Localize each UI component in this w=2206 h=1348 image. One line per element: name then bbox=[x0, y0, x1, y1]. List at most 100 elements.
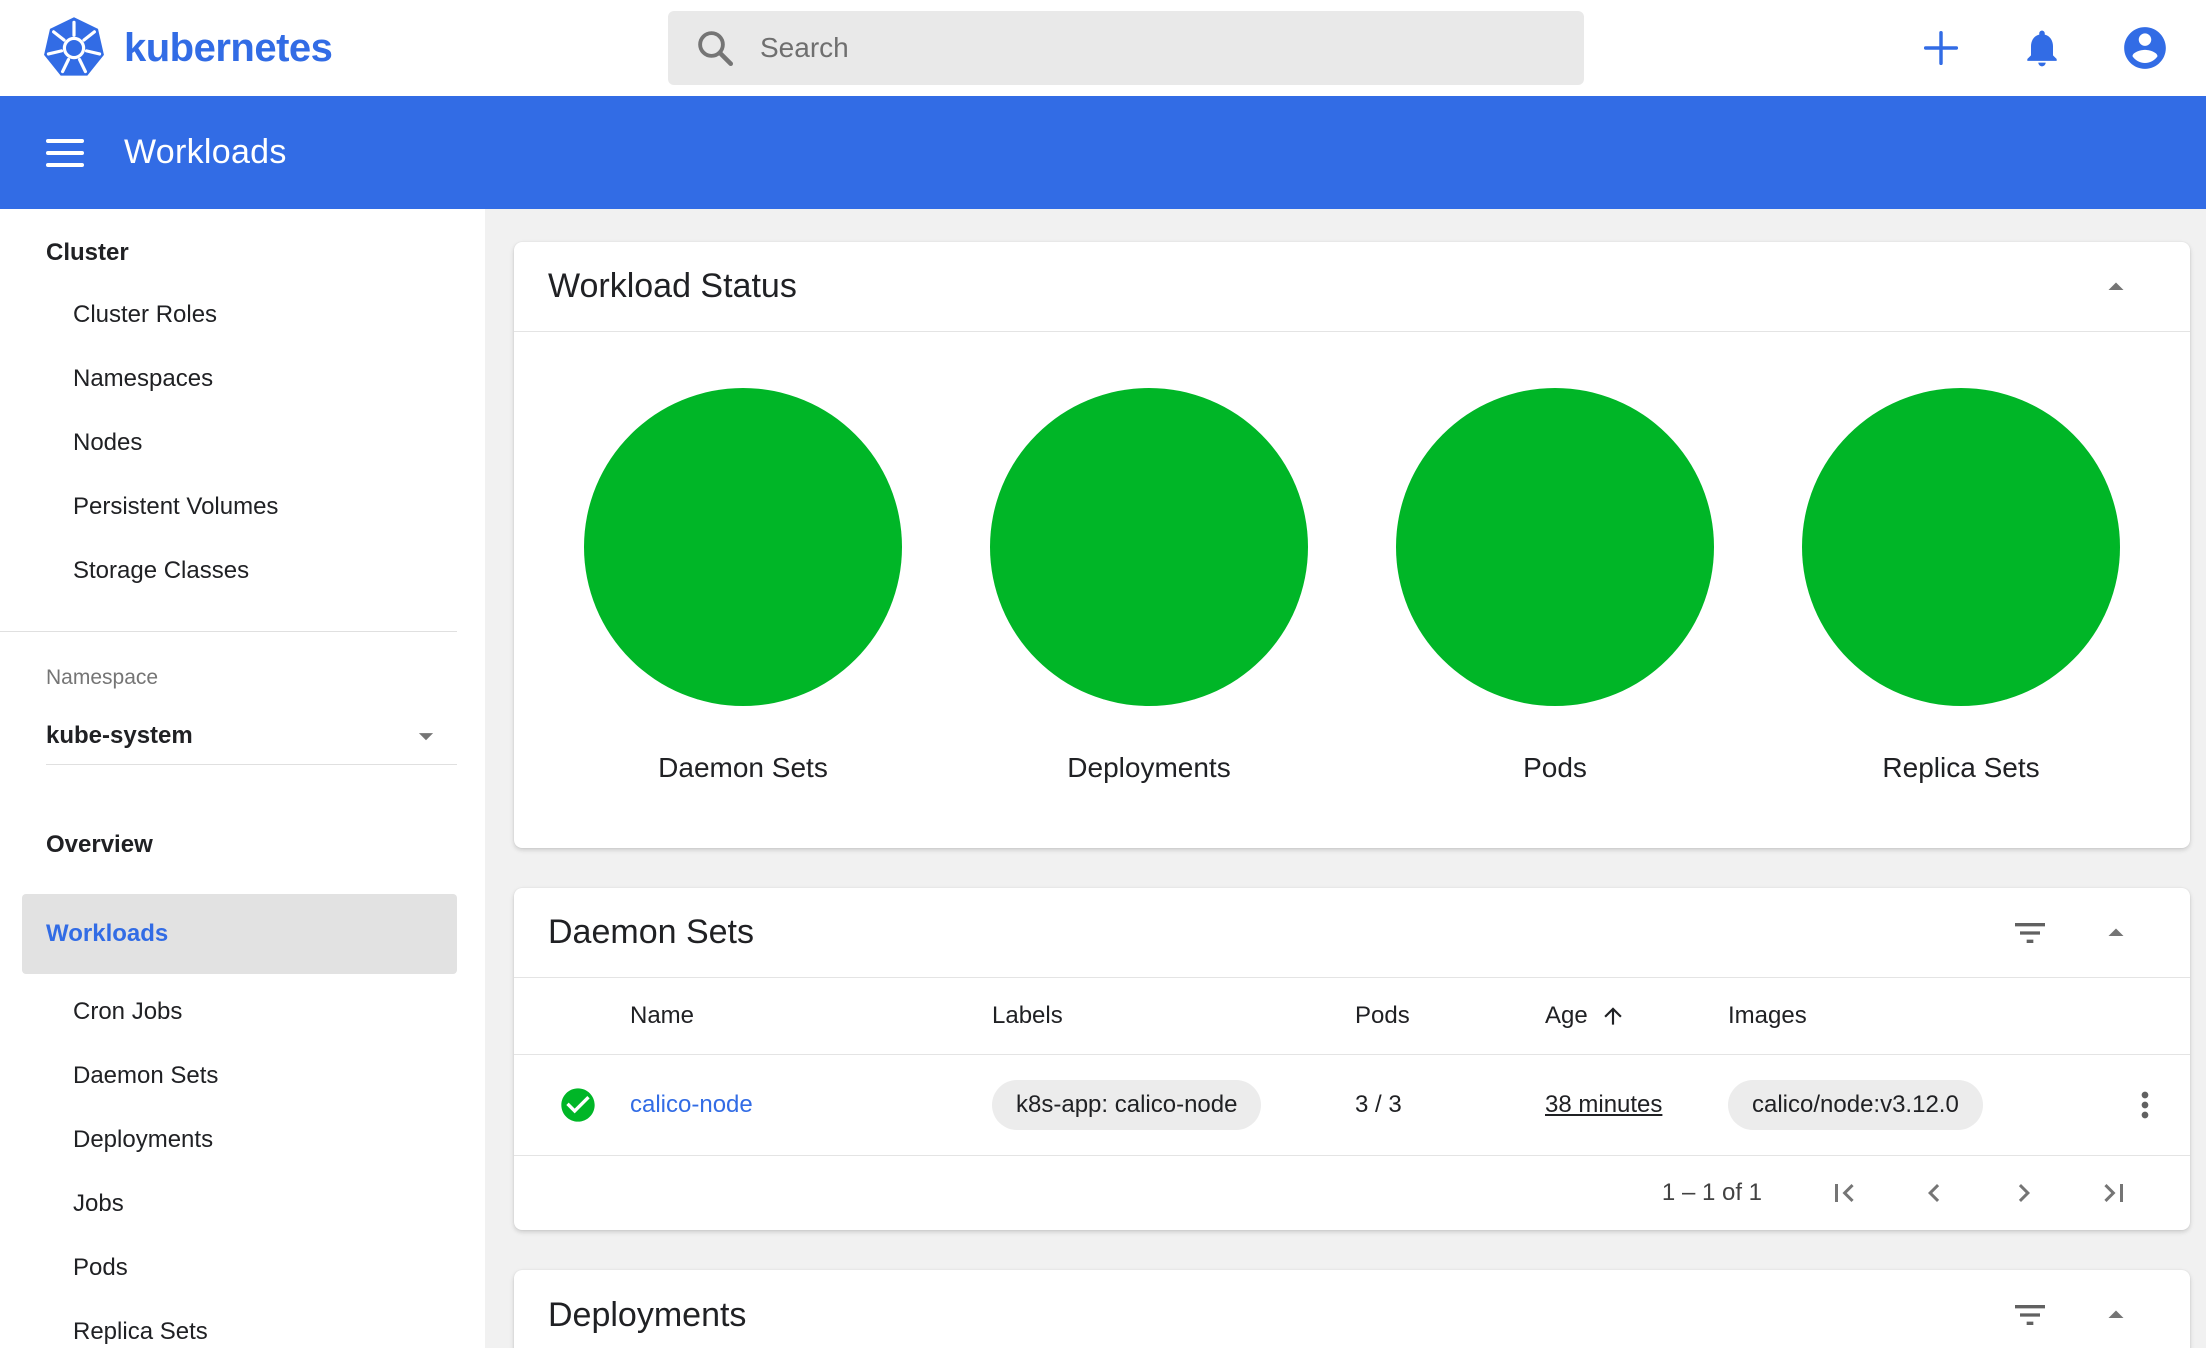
filter-icon bbox=[2015, 1305, 2045, 1325]
sidebar-item-replica-sets[interactable]: Replica Sets bbox=[0, 1300, 485, 1348]
column-header-name[interactable]: Name bbox=[630, 1002, 992, 1030]
cluster-nav: Cluster Roles Namespaces Nodes Persisten… bbox=[0, 283, 485, 603]
namespace-label: Namespace bbox=[46, 666, 159, 689]
sort-ascending-icon bbox=[1604, 1007, 1622, 1025]
sidebar-item-cron-jobs[interactable]: Cron Jobs bbox=[0, 980, 485, 1044]
collapse-button[interactable] bbox=[2098, 915, 2134, 951]
sidebar-item-jobs[interactable]: Jobs bbox=[0, 1172, 485, 1236]
sidebar-item-cluster-roles[interactable]: Cluster Roles bbox=[0, 283, 485, 347]
sidebar-divider bbox=[46, 764, 457, 765]
search-icon bbox=[698, 31, 734, 67]
account-icon bbox=[2124, 27, 2166, 69]
sidebar-item-deployments[interactable]: Deployments bbox=[0, 1108, 485, 1172]
namespace-select[interactable]: kube-system bbox=[0, 708, 457, 764]
deployments-chart: Deployments bbox=[990, 388, 1308, 784]
status-cell bbox=[558, 1085, 630, 1125]
sidebar-item-namespaces[interactable]: Namespaces bbox=[0, 347, 485, 411]
collapse-button[interactable] bbox=[2098, 269, 2134, 305]
pods-status-circle bbox=[1396, 388, 1714, 706]
column-header-labels[interactable]: Labels bbox=[992, 1002, 1355, 1030]
filter-button[interactable] bbox=[2010, 913, 2050, 953]
label-chip: k8s-app: calico-node bbox=[992, 1080, 1262, 1130]
workload-status-card: Workload Status Daemon Sets Deployments … bbox=[514, 242, 2190, 848]
age-value[interactable]: 38 minutes bbox=[1545, 1091, 1662, 1118]
workload-status-charts: Daemon Sets Deployments Pods Replica Set… bbox=[514, 332, 2190, 848]
sidebar-item-cluster[interactable]: Cluster bbox=[0, 229, 485, 277]
chevron-up-icon bbox=[2108, 928, 2124, 936]
card-title: Daemon Sets bbox=[548, 913, 754, 951]
table-header-row: Name Labels Pods Age Images bbox=[514, 978, 2190, 1055]
chart-label: Replica Sets bbox=[1882, 752, 2040, 783]
daemon-sets-status-circle bbox=[584, 388, 902, 706]
table-row: calico-node k8s-app: calico-node 3 / 3 3… bbox=[514, 1055, 2190, 1156]
column-header-images[interactable]: Images bbox=[1728, 1002, 2100, 1030]
daemon-set-link[interactable]: calico-node bbox=[630, 1091, 992, 1119]
sidebar-item-storage-classes[interactable]: Storage Classes bbox=[0, 539, 485, 603]
topbar-actions bbox=[1918, 23, 2170, 73]
brand-wordmark: kubernetes bbox=[124, 25, 333, 70]
chevron-left-icon bbox=[1928, 1184, 1940, 1202]
card-title: Workload Status bbox=[548, 267, 797, 305]
create-resource-button[interactable] bbox=[1918, 25, 1964, 71]
more-vert-icon[interactable] bbox=[2125, 1085, 2165, 1125]
chart-label: Daemon Sets bbox=[658, 752, 828, 783]
sidebar-item-overview[interactable]: Overview bbox=[0, 821, 485, 869]
sidebar-item-daemon-sets[interactable]: Daemon Sets bbox=[0, 1044, 485, 1108]
deployments-header: Deployments bbox=[514, 1270, 2190, 1348]
filter-icon bbox=[2015, 922, 2045, 943]
content: Cluster Cluster Roles Namespaces Nodes P… bbox=[0, 209, 2206, 1348]
kubernetes-dashboard: kubernetes Search Workloads Cluster Clus… bbox=[0, 0, 2206, 1348]
collapse-button[interactable] bbox=[2098, 1297, 2134, 1333]
hamburger-icon bbox=[46, 138, 84, 143]
workload-status-header: Workload Status bbox=[514, 242, 2190, 332]
brand-link[interactable]: kubernetes bbox=[42, 16, 333, 80]
last-page-icon bbox=[2104, 1184, 2123, 1202]
sidebar: Cluster Cluster Roles Namespaces Nodes P… bbox=[0, 209, 485, 1348]
last-page-button[interactable] bbox=[2096, 1175, 2132, 1211]
row-actions-cell bbox=[2100, 1085, 2190, 1125]
account-button[interactable] bbox=[2120, 23, 2170, 73]
pods-count: 3 / 3 bbox=[1355, 1091, 1402, 1118]
first-page-icon bbox=[1835, 1184, 1854, 1202]
replica-sets-chart: Replica Sets bbox=[1802, 388, 2120, 784]
menu-button[interactable] bbox=[46, 138, 84, 167]
first-page-button[interactable] bbox=[1826, 1175, 1862, 1211]
workloads-nav: Cron Jobs Daemon Sets Deployments Jobs P… bbox=[0, 980, 485, 1348]
deployments-card: Deployments bbox=[514, 1270, 2190, 1348]
sidebar-item-persistent-volumes[interactable]: Persistent Volumes bbox=[0, 475, 485, 539]
table-pagination: 1 – 1 of 1 bbox=[514, 1156, 2190, 1230]
chevron-right-icon bbox=[2018, 1184, 2030, 1202]
appbar: Workloads bbox=[0, 96, 2206, 209]
chart-label: Deployments bbox=[1067, 752, 1231, 783]
daemon-sets-header: Daemon Sets bbox=[514, 888, 2190, 978]
daemon-sets-card: Daemon Sets Name Labels Pods Age Images … bbox=[514, 888, 2190, 1230]
search-input[interactable] bbox=[760, 32, 1570, 64]
pagination-range-label: 1 – 1 of 1 bbox=[1661, 1179, 1762, 1206]
sidebar-item-workloads[interactable]: Workloads bbox=[22, 894, 457, 974]
pods-chart: Pods bbox=[1396, 388, 1714, 784]
filter-button[interactable] bbox=[2010, 1295, 2050, 1335]
page-title: Workloads bbox=[124, 133, 287, 171]
replica-sets-status-circle bbox=[1802, 388, 2120, 706]
sidebar-divider bbox=[0, 631, 457, 632]
chart-label: Pods bbox=[1523, 752, 1587, 783]
chevron-up-icon bbox=[2108, 1310, 2124, 1318]
notifications-button[interactable] bbox=[2020, 26, 2064, 70]
column-header-pods[interactable]: Pods bbox=[1355, 1002, 1545, 1030]
sidebar-item-nodes[interactable]: Nodes bbox=[0, 411, 485, 475]
column-header-age[interactable]: Age bbox=[1545, 1002, 1728, 1030]
sidebar-item-pods[interactable]: Pods bbox=[0, 1236, 485, 1300]
chevron-up-icon bbox=[2108, 282, 2124, 290]
daemon-sets-chart: Daemon Sets bbox=[584, 388, 902, 784]
previous-page-button[interactable] bbox=[1916, 1175, 1952, 1211]
plus-icon bbox=[1923, 30, 1959, 66]
card-title: Deployments bbox=[548, 1295, 747, 1334]
deployments-status-circle bbox=[990, 388, 1308, 706]
kubernetes-logo-icon bbox=[42, 16, 106, 80]
next-page-button[interactable] bbox=[2006, 1175, 2042, 1211]
image-chip: calico/node:v3.12.0 bbox=[1728, 1080, 1983, 1130]
main-content: Workload Status Daemon Sets Deployments … bbox=[485, 209, 2206, 1348]
namespace-selected-value: kube-system bbox=[46, 722, 193, 749]
search-bar[interactable] bbox=[668, 11, 1584, 85]
check-circle-icon bbox=[561, 1088, 595, 1122]
